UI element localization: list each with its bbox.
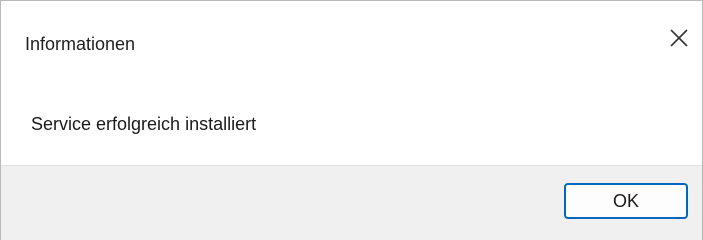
dialog-message: Service erfolgreich installiert	[31, 114, 257, 134]
close-button[interactable]	[662, 21, 696, 55]
dialog-title: Informationen	[25, 34, 136, 54]
dialog-titlebar: Informationen	[1, 1, 702, 93]
dialog-footer: OK	[1, 165, 702, 240]
message-dialog: Informationen Service erfolgreich instal…	[0, 0, 703, 240]
close-icon	[670, 29, 688, 47]
ok-button[interactable]: OK	[564, 183, 688, 219]
